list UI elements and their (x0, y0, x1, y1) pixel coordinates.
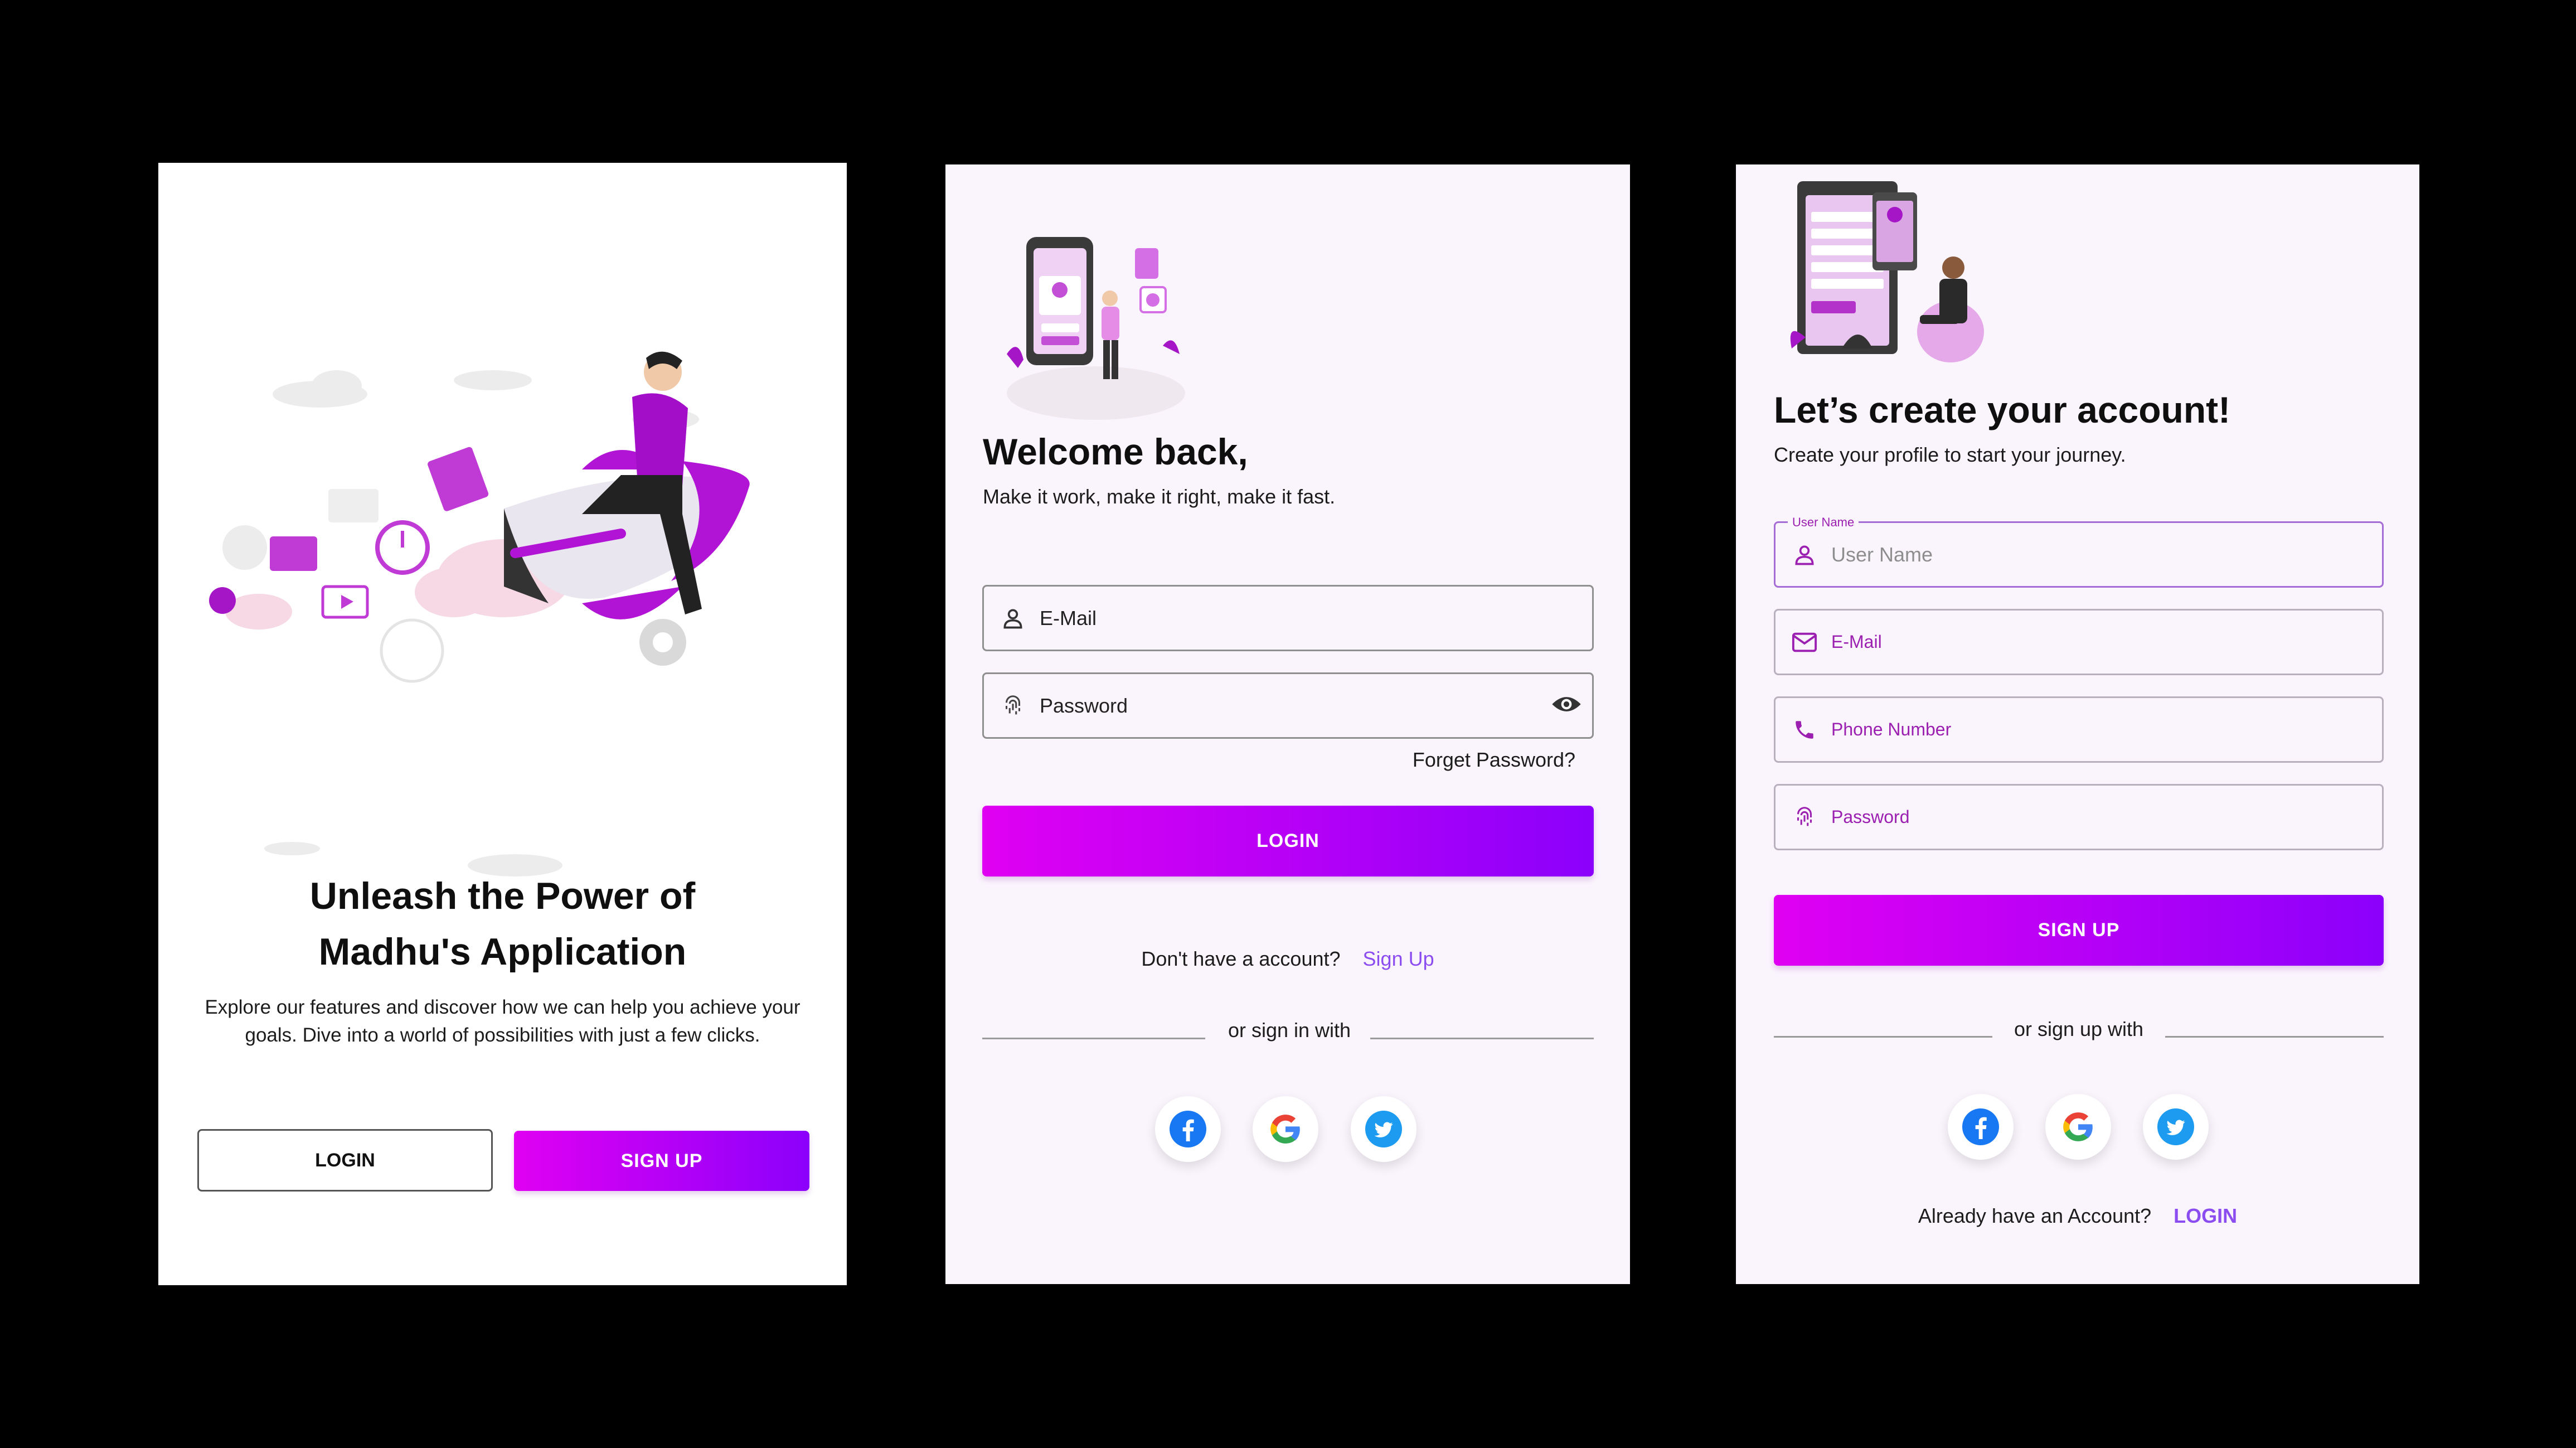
welcome-title-line2: Madhu's Application (318, 931, 687, 973)
divider-text: or sign up with (2014, 1018, 2144, 1040)
welcome-title-line1: Unleash the Power of (309, 875, 696, 917)
divider-right (2165, 1036, 2384, 1038)
mobile-login-illustration (1007, 237, 1185, 420)
phone-icon (1791, 716, 1818, 743)
facebook-icon (1962, 1108, 1999, 1145)
signup-screen: Let’s create your account! Create your p… (1736, 164, 2419, 1284)
signup-link[interactable]: Sign Up (1363, 947, 1434, 970)
divider-text: or sign in with (1228, 1019, 1351, 1042)
login-screen: Welcome back, Make it work, make it righ… (945, 164, 1630, 1284)
twitter-button[interactable] (2143, 1094, 2209, 1160)
welcome-screen: Unleash the Power of Madhu's Application… (158, 163, 847, 1285)
mail-icon (1791, 629, 1818, 656)
facebook-button[interactable] (1948, 1094, 2014, 1160)
facebook-button[interactable] (1155, 1096, 1221, 1162)
twitter-icon (2157, 1108, 2194, 1145)
login-title: Welcome back, (983, 431, 1248, 472)
phone-placeholder: Phone Number (1831, 719, 1952, 739)
twitter-icon (1365, 1111, 1402, 1147)
signup-subtitle: Create your profile to start your journe… (1774, 443, 2126, 466)
rocket-rider-illustration (209, 351, 750, 876)
forget-password-link[interactable]: Forget Password? (1413, 748, 1575, 772)
divider-left (982, 1038, 1205, 1039)
signup-title: Let’s create your account! (1774, 389, 2231, 430)
signup-button[interactable]: SIGN UP (514, 1131, 809, 1191)
fingerprint-icon (1791, 804, 1818, 831)
twitter-button[interactable] (1351, 1096, 1416, 1162)
google-button[interactable] (2045, 1094, 2111, 1160)
google-button[interactable] (1253, 1096, 1318, 1162)
eye-icon[interactable] (1551, 692, 1582, 719)
have-account-text: Already have an Account? (1918, 1204, 2152, 1227)
fingerprint-icon (1000, 692, 1026, 719)
username-placeholder: User Name (1831, 543, 1933, 566)
google-icon (2063, 1112, 2093, 1141)
email-placeholder: E-Mail (1040, 606, 1097, 629)
person-icon (1791, 541, 1818, 568)
divider-left (1774, 1036, 1992, 1038)
password-field[interactable]: Password (1774, 784, 2384, 850)
login-button[interactable]: LOGIN (982, 806, 1594, 876)
login-subtitle: Make it work, make it right, make it fas… (983, 485, 1336, 508)
password-placeholder: Password (1040, 694, 1128, 717)
login-button[interactable]: LOGIN (197, 1129, 493, 1192)
email-field[interactable]: E-Mail (1774, 609, 2384, 675)
signup-button[interactable]: SIGN UP (1774, 895, 2384, 966)
no-account-text: Don't have a account? (1141, 947, 1341, 970)
login-link[interactable]: LOGIN (2174, 1204, 2237, 1227)
facebook-icon (1170, 1111, 1206, 1147)
username-floating-label: User Name (1788, 515, 1859, 530)
welcome-description: Explore our features and discover how we… (205, 996, 801, 1046)
email-placeholder: E-Mail (1831, 632, 1882, 652)
password-placeholder: Password (1831, 807, 1910, 827)
username-field[interactable]: User Name User Name (1774, 515, 2384, 588)
person-icon (1000, 605, 1026, 632)
email-field[interactable]: E-Mail (982, 585, 1594, 651)
profile-form-illustration (1790, 181, 1984, 362)
divider-right (1370, 1038, 1594, 1039)
password-field[interactable]: Password (982, 672, 1594, 739)
google-icon (1270, 1115, 1300, 1144)
phone-field[interactable]: Phone Number (1774, 696, 2384, 763)
